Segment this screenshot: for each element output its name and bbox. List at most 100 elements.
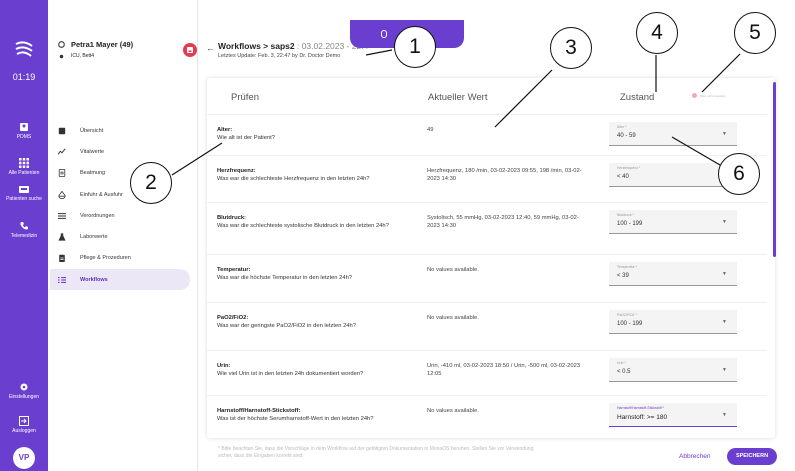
question-title: Alter: <box>217 127 233 133</box>
current-value: Herzfrequenz, 180 /min, 03-02-2023 09:55… <box>427 168 582 182</box>
chevron-down-icon: ▼ <box>722 271 727 277</box>
table-row: PaO2/FiO2: Was war der geringste PaO2/FiO… <box>207 302 767 342</box>
question: PaO2/FiO2: Was war der geringste PaO2/FiO… <box>217 315 407 330</box>
sidebar-item-pflege-prozeduren[interactable]: Pflege & Prozeduren <box>50 248 190 269</box>
rail-item-telemedizin[interactable]: Telemedizin <box>0 221 48 239</box>
rail-item-label: Alle Patienten <box>8 170 40 176</box>
rail-item-pdms[interactable]: PDMS <box>0 122 48 140</box>
question: Herzfrequenz: Was war die schlechteste He… <box>217 168 407 183</box>
avatar[interactable]: VP <box>13 447 35 469</box>
gear-icon <box>20 383 28 391</box>
workflow-icon <box>58 276 66 283</box>
select-value: 40 - 59 <box>617 133 636 139</box>
question-text: Was war die schlechteste systolische Blu… <box>217 222 389 229</box>
chevron-down-icon: ▼ <box>722 219 727 225</box>
last-update-text: Letztes Update: Feb. 3, 22:47 by Dr. Doc… <box>218 53 341 59</box>
panel-divider <box>197 0 198 471</box>
select-value: < 0.5 <box>617 369 631 375</box>
question-title: PaO2/FiO2: <box>217 315 249 321</box>
bed-status-icon <box>59 54 64 58</box>
rail-item-label: PDMS <box>16 134 32 140</box>
select-label: Urin * <box>617 361 626 365</box>
sidebar-item-label: Übersicht <box>80 127 104 134</box>
table-row: Temperatur: Was war die höchste Temperatu… <box>207 254 767 294</box>
current-value: Systolisch, 55 mmHg, 03-02-2023 12:40, 5… <box>427 215 579 229</box>
bed-icon <box>19 186 29 193</box>
table-row: Herzfrequenz: Was war die schlechteste He… <box>207 155 767 195</box>
rail-item-label: Patienten suche <box>6 196 42 202</box>
question-text: Was ist der höchste Serumharnstoff-Wert … <box>217 415 374 422</box>
question-text: Was war die schlechteste Herzfrequenz in… <box>217 175 370 182</box>
sidebar-item-label: Laborwerte <box>80 234 108 241</box>
scrollbar[interactable] <box>773 82 776 257</box>
list-icon <box>58 212 66 219</box>
select-label: Alter * <box>617 125 627 129</box>
save-button[interactable]: SPEICHERN <box>727 448 777 465</box>
sidebar-item-vitalwerte[interactable]: Vitalwerte <box>50 141 190 162</box>
question-text: Was war die höchste Temperatur in den le… <box>217 274 353 281</box>
app-logo-icon <box>15 41 33 57</box>
legend: Wert nicht bestätigt <box>692 93 726 98</box>
rail-item-ausloggen[interactable]: Ausloggen <box>0 416 48 434</box>
question: Harnstoff/Harnstoff-Stickstoff: Was ist d… <box>217 408 407 423</box>
rail-item-einstellungen[interactable]: Einstellungen <box>0 382 48 400</box>
current-value: No values available. <box>427 408 479 414</box>
column-header-check: Prüfen <box>231 92 259 103</box>
back-arrow-icon[interactable]: ← <box>206 43 215 53</box>
annotation-marker: 1 <box>394 26 436 68</box>
chevron-down-icon: ▼ <box>722 412 727 418</box>
vitals-icon <box>58 148 66 155</box>
alert-button[interactable] <box>183 43 197 57</box>
table-row: Urin: Wie viel Urin ist in den letzten 24… <box>207 350 767 390</box>
fluid-icon <box>58 190 66 199</box>
sidebar-item-verordnungen[interactable]: Verordnungen <box>50 205 190 226</box>
chevron-down-icon: ▼ <box>722 131 727 137</box>
ventilation-icon <box>58 169 66 178</box>
select-label: Herzfrequenz * <box>617 166 641 170</box>
sidebar-nav: Übersicht Vitalwerte Beatmung Einfuhr & … <box>50 120 190 291</box>
select-label: Harnstoff/Harnstoff-Stickstoff * <box>617 406 664 410</box>
rail-item-patienten-suche[interactable]: Patienten suche <box>0 184 48 202</box>
sidebar-item-laborwerte[interactable]: Laborwerte <box>50 226 190 247</box>
table-row: Alter: Wie alt ist der Patient? 49 Alter … <box>207 114 767 154</box>
question-title: Urin: <box>217 363 231 369</box>
state-select[interactable]: Harnstoff/Harnstoff-Stickstoff * Harnstof… <box>609 403 737 427</box>
annotation-marker: 6 <box>718 153 760 195</box>
microphone-icon <box>381 30 387 38</box>
state-select[interactable]: Temperatur * < 39 ▼ <box>609 262 737 286</box>
save-alert-icon <box>187 47 193 53</box>
annotation-marker: 2 <box>130 162 172 204</box>
clipboard-icon <box>59 255 65 263</box>
question: Alter: Wie alt ist der Patient? <box>217 127 407 142</box>
rail-item-label: Ausloggen <box>12 428 36 434</box>
breadcrumb-path[interactable]: Workflows > saps2 <box>218 41 295 51</box>
select-label: Blutdruck * <box>617 213 634 217</box>
chevron-down-icon: ▼ <box>722 319 727 325</box>
column-header-value: Aktueller Wert <box>428 92 488 103</box>
unconfirmed-dot-icon <box>692 93 697 98</box>
clock-time: 01:19 <box>12 72 36 82</box>
question-text: Was war der geringste PaO2/FiO2 in den l… <box>217 322 356 329</box>
rail-item-alle-patienten[interactable]: Alle Patienten <box>0 158 48 176</box>
sidebar-item-uebersicht[interactable]: Übersicht <box>50 120 190 141</box>
sidebar-item-label: Pflege & Prozeduren <box>80 255 131 262</box>
chevron-down-icon: ▼ <box>722 367 727 373</box>
state-select[interactable]: Urin * < 0.5 ▼ <box>609 358 737 382</box>
grid-icon <box>19 158 29 168</box>
sidebar-item-workflows[interactable]: Workflows <box>50 269 190 291</box>
state-select[interactable]: PaO2/FiO2 * 100 - 199 ▼ <box>609 310 737 334</box>
cancel-button[interactable]: Abbrechen <box>679 453 710 460</box>
table-row: Harnstoff/Harnstoff-Stickstoff: Was ist d… <box>207 395 767 435</box>
select-value: < 40 <box>617 174 629 180</box>
state-select[interactable]: Blutdruck * 100 - 199 ▼ <box>609 210 737 234</box>
annotation-marker: 3 <box>550 27 592 69</box>
breadcrumb: Workflows > saps2 : 03.02.2023 - 22:4 <box>218 41 368 51</box>
sidebar-item-label: Einfuhr & Ausfuhr <box>80 191 123 198</box>
lab-icon <box>58 233 66 241</box>
legend-label: Wert nicht bestätigt <box>700 93 726 98</box>
column-header-state: Zustand <box>620 92 655 103</box>
sidebar-item-label: Workflows <box>80 276 108 283</box>
state-select[interactable]: Alter * 40 - 59 ▼ <box>609 122 737 146</box>
rail-item-label: Einstellungen <box>8 394 40 400</box>
sidebar-item-label: Beatmung <box>80 170 106 177</box>
